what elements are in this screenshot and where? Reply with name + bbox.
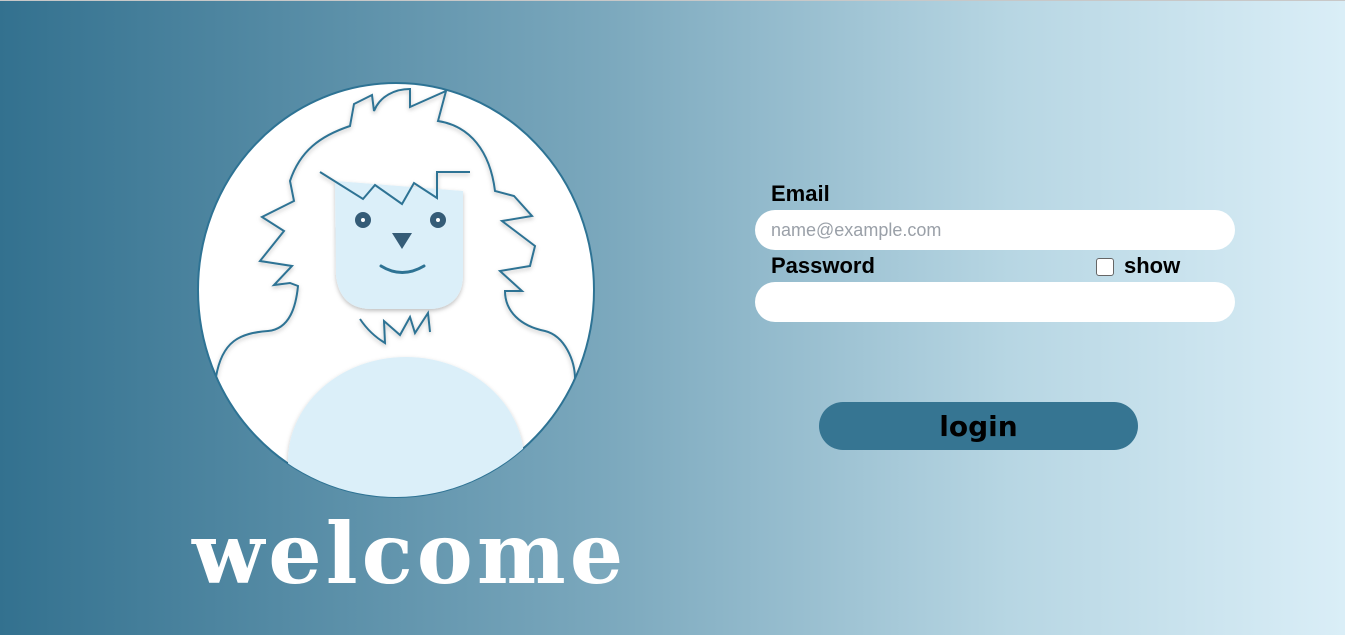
login-button[interactable]: login <box>819 402 1138 450</box>
show-password-label[interactable]: show <box>1124 253 1180 279</box>
show-password-checkbox[interactable] <box>1096 258 1114 276</box>
welcome-title: welcome <box>192 504 628 603</box>
password-input[interactable] <box>755 282 1235 322</box>
email-label: Email <box>771 181 830 206</box>
email-input[interactable] <box>755 210 1235 250</box>
yeti-face <box>335 181 463 309</box>
password-label: Password <box>771 253 875 278</box>
